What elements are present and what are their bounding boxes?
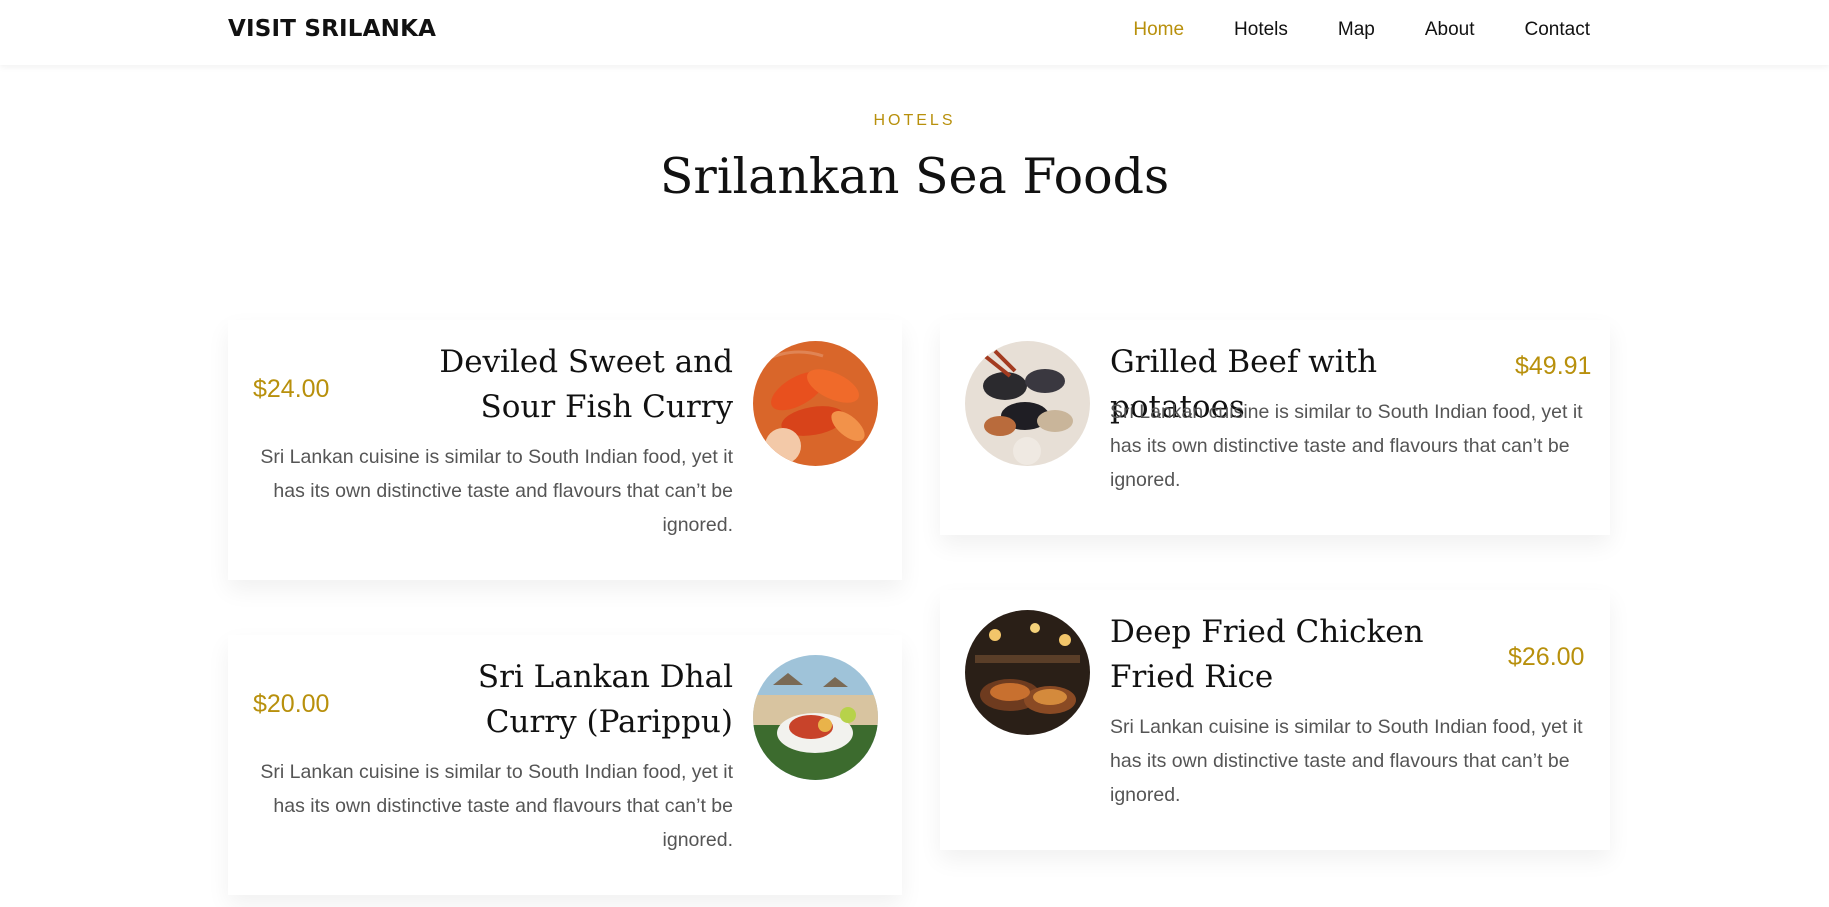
menu-item-description: Sri Lankan cuisine is similar to South I…: [260, 446, 733, 536]
menu-price: $26.00: [1508, 643, 1585, 671]
menu-card-dhal-curry[interactable]: $20.00 Sri Lankan Dhal Curry (Parippu) S…: [228, 635, 902, 895]
restaurant-image-icon: [965, 610, 1090, 735]
prawns-image-icon: [753, 341, 878, 466]
section-eyebrow: HOTELS: [873, 112, 956, 129]
menu-item-description: Sri Lankan cuisine is similar to South I…: [260, 761, 733, 851]
main-nav: Home Hotels Map About Contact: [1133, 19, 1590, 41]
nav-link-contact[interactable]: Contact: [1525, 19, 1590, 41]
site-logo[interactable]: VISIT SRILANKA: [228, 16, 436, 42]
dhal-image-icon: [753, 655, 878, 780]
section-title: Srilankan Sea Foods: [659, 148, 1170, 205]
nav-link-home[interactable]: Home: [1133, 19, 1184, 41]
top-navbar: VISIT SRILANKA Home Hotels Map About Con…: [0, 0, 1829, 65]
nav-link-hotels[interactable]: Hotels: [1234, 19, 1288, 41]
menu-card-grilled-beef[interactable]: Grilled Beef with potatoes $49.91 Sri La…: [940, 320, 1610, 535]
menu-item-title: Deep Fried Chicken Fried Rice: [1110, 614, 1424, 695]
menu-item-description: Sri Lankan cuisine is similar to South I…: [1110, 401, 1583, 491]
menu-price: $49.91: [1515, 352, 1592, 380]
menu-item-description: Sri Lankan cuisine is similar to South I…: [1110, 716, 1583, 806]
menu-item-title: Sri Lankan Dhal Curry (Parippu): [477, 659, 733, 740]
menu-price: $20.00: [253, 690, 330, 718]
menu-card-deviled-fish[interactable]: $24.00 Deviled Sweet and Sour Fish Curry…: [228, 320, 902, 580]
nav-link-about[interactable]: About: [1425, 19, 1475, 41]
menu-price: $24.00: [253, 375, 330, 403]
nav-link-map[interactable]: Map: [1338, 19, 1375, 41]
dish-photo-mussels: [965, 341, 1090, 466]
dish-photo-restaurant: [965, 610, 1090, 735]
menu-card-chicken-fried-rice[interactable]: Deep Fried Chicken Fried Rice $26.00 Sri…: [940, 590, 1610, 850]
mussels-image-icon: [965, 341, 1090, 466]
menu-item-title: Deviled Sweet and Sour Fish Curry: [439, 344, 733, 425]
dish-photo-dhal: [753, 655, 878, 780]
dish-photo-prawns: [753, 341, 878, 466]
